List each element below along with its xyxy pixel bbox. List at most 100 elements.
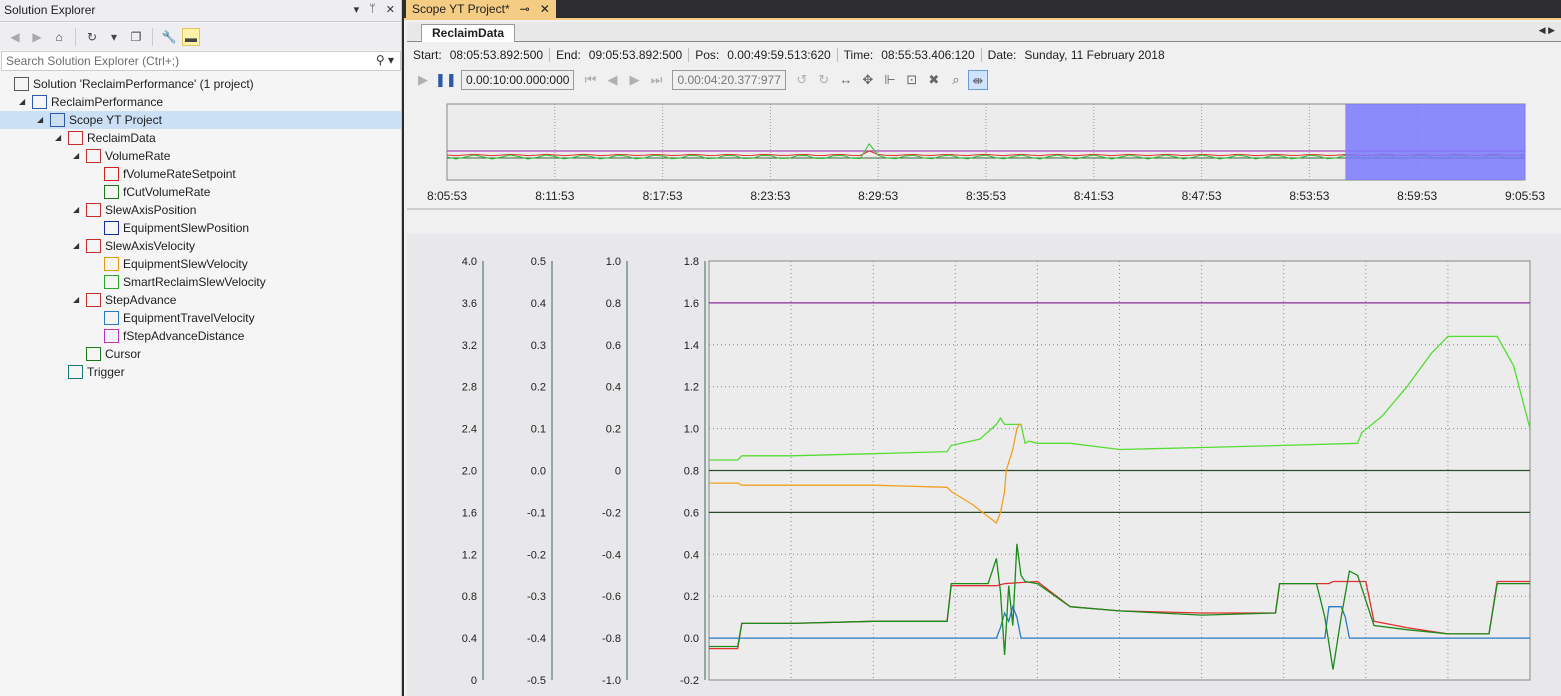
window-position-dropdown-icon[interactable]: ▾: [354, 3, 360, 16]
overview-selection-window: [1345, 104, 1525, 180]
tree-node-label: Scope YT Project: [69, 113, 162, 127]
main-chart[interactable]: 4.0 3.6 3.2 2.8 2.4 2.0 1.6 1.2 0.8 0.4 0 0.5 0.4 0.3…: [407, 234, 1561, 696]
tree-node[interactable]: EquipmentTravelVelocity: [104, 309, 255, 327]
y-tick-label: 0.4: [462, 633, 477, 645]
tree-node-label: StepAdvance: [105, 293, 177, 307]
scroll-right-icon[interactable]: ▶: [1548, 25, 1555, 35]
expand-icon[interactable]: ◢: [73, 291, 79, 309]
y-tick-label: 1.2: [684, 382, 699, 394]
overview-tick-label: 8:53:53: [1289, 189, 1329, 203]
go-to-start-icon[interactable]: ⏮: [580, 70, 600, 90]
pan-horizontal-icon[interactable]: ↔: [836, 70, 856, 90]
play-icon[interactable]: ▶: [413, 70, 433, 90]
tree-node[interactable]: fVolumeRateSetpoint: [104, 165, 236, 183]
overview-tick-label: 8:59:53: [1397, 189, 1437, 203]
channel-icon: [104, 184, 119, 199]
zoom-max-icon[interactable]: ⌕: [946, 70, 966, 90]
overview-tick-label: 9:05:53: [1505, 189, 1545, 203]
expand-icon[interactable]: ◢: [19, 93, 25, 111]
close-icon[interactable]: ✕: [540, 2, 550, 18]
delete-cursor-icon[interactable]: ✖: [924, 70, 944, 90]
tree-node[interactable]: ◢ ReclaimPerformance: [19, 93, 163, 111]
channel-icon: [104, 256, 119, 271]
time-info: Time: 08:55:53.406:120: [838, 48, 982, 62]
properties-wrench-icon[interactable]: 🔧: [160, 28, 178, 46]
project-icon: [32, 94, 47, 109]
tree-node[interactable]: Trigger: [68, 363, 125, 381]
collapse-all-icon[interactable]: ❐: [127, 28, 145, 46]
solution-explorer-title-bar: Solution Explorer ▾ ᛘ ✕: [0, 0, 401, 22]
expand-icon[interactable]: ◢: [55, 129, 61, 147]
tree-node[interactable]: SmartReclaimSlewVelocity: [104, 273, 266, 291]
search-icon[interactable]: ⚲ ▾: [376, 53, 394, 67]
start-label: Start:: [413, 48, 442, 62]
pin-icon[interactable]: ᛘ: [369, 3, 376, 16]
step-back-icon[interactable]: ◀: [602, 70, 622, 90]
y-tick-label: 0.8: [462, 591, 477, 603]
y-tick-label: 0.8: [606, 298, 621, 310]
solution-explorer-title: Solution Explorer: [4, 3, 96, 17]
scroll-left-icon[interactable]: ◀: [1539, 25, 1546, 35]
tree-node[interactable]: ◢ VolumeRate: [73, 147, 170, 165]
forward-icon[interactable]: ▶: [28, 28, 46, 46]
cursor-tool-icon[interactable]: ⊩: [880, 70, 900, 90]
tree-node[interactable]: ◢ StepAdvance: [73, 291, 177, 309]
undo-icon[interactable]: ↺: [792, 70, 812, 90]
y-tick-label: 0: [471, 675, 477, 687]
step-forward-icon[interactable]: ▶: [624, 70, 644, 90]
expand-icon[interactable]: ◢: [37, 111, 43, 129]
tree-node[interactable]: Solution 'ReclaimPerformance' (1 project…: [14, 75, 254, 93]
expand-icon[interactable]: ◢: [73, 201, 79, 219]
expand-icon[interactable]: ◢: [73, 147, 79, 165]
tab-scroll-arrows[interactable]: ◀ ▶: [1539, 25, 1555, 36]
pause-icon[interactable]: ❚❚: [435, 70, 457, 90]
y-tick-label: -0.3: [527, 591, 546, 603]
tree-node[interactable]: fStepAdvanceDistance: [104, 327, 244, 345]
axis-icon: [86, 148, 101, 163]
y-tick-label: 4.0: [462, 256, 477, 268]
display-span-input[interactable]: 0.00:10:00.000:000: [461, 70, 575, 90]
tree-node[interactable]: Cursor: [86, 345, 141, 363]
sync-axes-icon[interactable]: ⇼: [967, 70, 988, 90]
y-tick-label: 0.6: [606, 340, 621, 352]
zoom-area-icon[interactable]: ⊡: [902, 70, 922, 90]
solution-explorer-toolbar: ◀ ▶ ⌂ ↻ ▾ ❐ 🔧 ▬: [0, 23, 401, 50]
overview-chart[interactable]: 8:05:53 8:11:53 8:17:53 8:23:53 8:29:53 8:35:…: [407, 102, 1561, 232]
redo-icon[interactable]: ↻: [814, 70, 834, 90]
close-icon[interactable]: ✕: [386, 3, 395, 16]
tree-node[interactable]: ◢ SlewAxisPosition: [73, 201, 196, 219]
expand-icon[interactable]: ◢: [73, 237, 79, 255]
preview-toggle-icon[interactable]: ▬: [182, 27, 200, 46]
position-input[interactable]: 0.00:04:20.377:977: [672, 70, 786, 90]
solution-explorer-search-input[interactable]: Search Solution Explorer (Ctrl+;) ⚲ ▾: [1, 51, 401, 71]
tree-node-label: EquipmentSlewPosition: [123, 221, 250, 235]
y-tick-label: -0.4: [602, 549, 621, 561]
y-tick-label: -0.1: [527, 507, 546, 519]
tree-node[interactable]: ◢ SlewAxisVelocity: [73, 237, 195, 255]
y-tick-label: 0.4: [531, 298, 546, 310]
y-tick-label: -0.6: [602, 591, 621, 603]
back-icon[interactable]: ◀: [6, 28, 24, 46]
go-to-end-icon[interactable]: ⏭: [646, 70, 666, 90]
tree-node[interactable]: EquipmentSlewVelocity: [104, 255, 248, 273]
tree-node[interactable]: EquipmentSlewPosition: [104, 219, 249, 237]
end-value: 09:05:53.892:500: [588, 48, 683, 62]
pan-all-icon[interactable]: ✥: [858, 70, 878, 90]
tree-node[interactable]: fCutVolumeRate: [104, 183, 210, 201]
history-icon[interactable]: ↻: [83, 28, 101, 46]
y-tick-label: -0.2: [527, 549, 546, 561]
document-tab-scope-yt-project[interactable]: Scope YT Project* ⊸ ✕: [406, 0, 556, 20]
tree-node[interactable]: ◢ Scope YT Project: [0, 111, 401, 129]
chart-tab-reclaimdata[interactable]: ReclaimData: [421, 24, 516, 42]
y-tick-label: 0.2: [531, 382, 546, 394]
home-icon[interactable]: ⌂: [50, 28, 68, 46]
chart-tab-label: ReclaimData: [432, 26, 505, 40]
tree-node[interactable]: ◢ ReclaimData: [55, 129, 156, 147]
dropdown-arrow-icon[interactable]: ▾: [105, 28, 123, 46]
overview-tick-label: 8:11:53: [535, 189, 574, 203]
pin-icon[interactable]: ⊸: [520, 2, 530, 18]
time-value: 08:55:53.406:120: [881, 48, 975, 62]
y-tick-label: 1.2: [462, 549, 477, 561]
y-tick-label: 2.8: [462, 382, 477, 394]
overview-tick-label: 8:29:53: [858, 189, 898, 203]
